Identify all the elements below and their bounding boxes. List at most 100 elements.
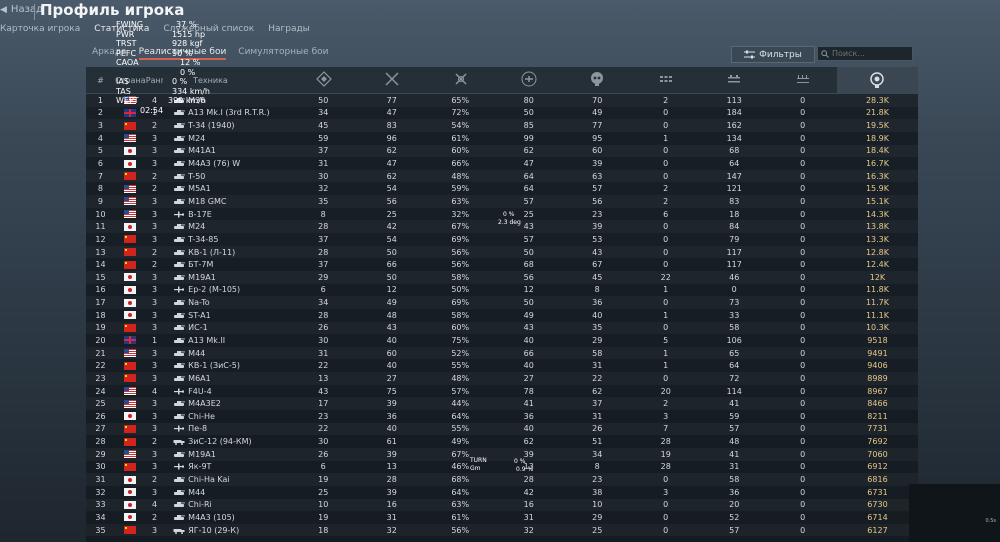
table-row[interactable]: 3 2 T-34 (1940) 45 83 54% 85 77 0 162 0 19.5K <box>86 119 918 132</box>
stat-value: 0 <box>800 247 806 257</box>
table-row[interactable]: 25 3 M4A3E2 17 39 44% 41 37 2 41 0 8466 <box>86 397 918 410</box>
table-row[interactable]: 15 3 M19A1 29 50 58% 56 45 22 46 0 12K <box>86 271 918 284</box>
vehicle-cell[interactable]: Пе-8 <box>163 424 289 433</box>
stat-value: 68% <box>451 475 470 485</box>
vehicle-cell[interactable]: A13 Mk.II <box>163 336 289 345</box>
vehicle-cell[interactable]: T-50 <box>163 172 289 181</box>
col-stat7[interactable] <box>700 71 768 89</box>
vehicle-cell[interactable]: КВ-1 (ЗиС-5) <box>163 361 289 370</box>
col-win-rate[interactable] <box>426 71 494 89</box>
country-flag-cell <box>115 412 146 421</box>
stat-value: 0 <box>800 399 806 409</box>
table-row[interactable]: 30 3 Як-9Т 6 13 46% 13 8 28 31 0 6912 <box>86 461 918 474</box>
col-air-kills[interactable] <box>495 71 563 89</box>
vehicle-cell[interactable]: M4A3 (105) <box>163 513 289 522</box>
table-row[interactable]: 9 3 M18 GMC 35 56 63% 57 56 2 83 0 15.1K <box>86 195 918 208</box>
table-row[interactable]: 17 3 Na-To 34 49 69% 50 36 0 73 0 11.7K <box>86 296 918 309</box>
vehicle-cell[interactable]: ЗиС-12 (94-КМ) <box>163 437 289 446</box>
rank-value: 2 <box>151 260 158 270</box>
vehicle-cell[interactable]: T-34-85 <box>163 235 289 244</box>
table-row[interactable]: 4 3 M24 59 96 61% 99 95 1 134 0 18.9K <box>86 132 918 145</box>
stat-value: 79 <box>729 234 740 244</box>
vehicle-cell[interactable]: Chi-He <box>163 412 289 421</box>
vehicle-cell[interactable]: ЯГ-10 (29-К) <box>163 526 289 535</box>
table-row[interactable]: 12 3 T-34-85 37 54 69% 57 53 0 79 0 13.3K <box>86 233 918 246</box>
vehicle-cell[interactable]: M4A3E2 <box>163 399 289 408</box>
filters-button[interactable]: Фильтры <box>731 46 815 63</box>
vehicle-cell[interactable]: M5A1 <box>163 184 289 193</box>
col-stat6[interactable] <box>632 71 700 89</box>
col-stat8[interactable] <box>769 71 837 89</box>
table-row[interactable]: 26 3 Chi-He 23 36 64% 36 31 3 59 0 8211 <box>86 410 918 423</box>
col-victories[interactable] <box>358 71 426 89</box>
col-ground-kills[interactable] <box>563 71 631 89</box>
table-row[interactable]: 8 2 M5A1 32 54 59% 64 57 2 121 0 15.9K <box>86 182 918 195</box>
col-num[interactable]: # <box>86 76 115 85</box>
vehicle-cell[interactable]: M24 <box>163 134 289 143</box>
vehicle-cell[interactable]: M44 <box>163 349 289 358</box>
table-row[interactable]: 33 4 Chi-Ri 10 16 63% 16 10 0 20 0 6730 <box>86 499 918 512</box>
stat-value: 37 <box>318 234 329 244</box>
table-row[interactable]: 23 3 M6A1 13 27 48% 27 22 0 72 0 8989 <box>86 372 918 385</box>
stat-value: 36 <box>523 411 534 421</box>
vehicle-cell[interactable]: M19A1 <box>163 450 289 459</box>
flag-china-icon <box>124 424 137 433</box>
tank-icon <box>174 135 186 141</box>
tab-simulator[interactable]: Симуляторные бои <box>238 47 328 60</box>
stat-value: 62 <box>523 437 534 447</box>
vehicle-cell[interactable]: КВ-1 (Л-11) <box>163 248 289 257</box>
col-rank[interactable]: Ранг <box>146 76 163 85</box>
lightbulb-icon <box>870 72 885 88</box>
col-research-points[interactable] <box>837 67 918 93</box>
vehicle-cell[interactable]: Ep-2 (M-105) <box>163 285 289 294</box>
table-row[interactable]: 31 2 Chi-Ha Kai 19 28 68% 28 23 0 58 0 6816 <box>86 473 918 486</box>
table-row[interactable]: 20 1 A13 Mk.II 30 40 75% 40 29 5 106 0 9518 <box>86 334 918 347</box>
table-row[interactable]: 19 3 ИС-1 26 43 60% 43 35 0 58 0 10.3K <box>86 322 918 335</box>
table-row[interactable]: 32 3 M44 25 39 64% 42 38 3 36 0 6731 <box>86 486 918 499</box>
search-box[interactable] <box>817 46 913 61</box>
stat-value: 63% <box>451 500 470 510</box>
tab-player-card[interactable]: Карточка игрока <box>0 24 80 38</box>
table-row[interactable]: 2 1 A13 Mk.I (3rd R.T.R.) 34 47 72% 50 49 0 184 0 2… <box>86 107 918 120</box>
vehicle-cell[interactable]: Chi-Ha Kai <box>163 475 289 484</box>
vehicle-cell[interactable]: M19A1 <box>163 273 289 282</box>
table-row[interactable]: 1 4 M36 50 77 65% 80 70 2 113 0 28.3K <box>86 94 918 107</box>
table-row[interactable]: 29 3 M19A1 26 39 67% 39 34 19 41 0 7060 <box>86 448 918 461</box>
col-battles[interactable] <box>290 71 358 89</box>
stat-value: 36 <box>386 411 397 421</box>
vehicle-cell[interactable]: Na-To <box>163 298 289 307</box>
back-button[interactable]: ◀ Назад <box>0 4 43 15</box>
vehicle-cell[interactable]: Як-9Т <box>163 462 289 471</box>
vehicle-cell[interactable]: M4A3 (76) W <box>163 159 289 168</box>
table-row[interactable]: 28 2 ЗиС-12 (94-КМ) 30 61 49% 62 51 28 48 0 7692 <box>86 435 918 448</box>
table-row[interactable]: 6 3 M4A3 (76) W 31 47 66% 47 39 0 64 0 16.7K <box>86 157 918 170</box>
table-row[interactable]: 27 3 Пе-8 22 40 55% 40 26 7 57 0 7731 <box>86 423 918 436</box>
table-row[interactable]: 16 3 Ep-2 (M-105) 6 12 50% 12 8 1 0 0 11.8K <box>86 284 918 297</box>
stat-value: 39 <box>386 487 397 497</box>
vehicle-cell[interactable]: ИС-1 <box>163 323 289 332</box>
table-row[interactable]: 22 3 КВ-1 (ЗиС-5) 22 40 55% 40 31 1 64 0 9406 <box>86 359 918 372</box>
table-row[interactable]: 21 3 M44 31 60 52% 66 58 1 65 0 9491 <box>86 347 918 360</box>
table-row[interactable]: 24 4 F4U-4 43 75 57% 78 62 20 114 0 8967 <box>86 385 918 398</box>
vehicle-cell[interactable]: M24 <box>163 222 289 231</box>
tab-awards[interactable]: Награды <box>268 24 310 38</box>
vehicle-cell[interactable]: F4U-4 <box>163 387 289 396</box>
table-row[interactable]: 14 2 БТ-7М 37 66 56% 68 67 0 117 0 12.4K <box>86 258 918 271</box>
vehicle-cell[interactable]: B-17E <box>163 210 289 219</box>
table-row[interactable]: 18 3 ST-A1 28 48 58% 49 40 1 33 0 11.1K <box>86 309 918 322</box>
table-row[interactable]: 5 3 M41A1 37 62 60% 62 60 0 68 0 18.4K <box>86 145 918 158</box>
vehicle-cell[interactable]: БТ-7М <box>163 260 289 269</box>
vehicle-cell[interactable]: M6A1 <box>163 374 289 383</box>
row-number: 19 <box>95 323 106 333</box>
table-row[interactable]: 13 2 КВ-1 (Л-11) 28 50 56% 50 43 0 117 0 12.8K <box>86 246 918 259</box>
table-row[interactable]: 34 2 M4A3 (105) 19 31 61% 31 29 0 52 0 6714 <box>86 511 918 524</box>
vehicle-cell[interactable]: M41A1 <box>163 146 289 155</box>
vehicle-cell[interactable]: Chi-Ri <box>163 500 289 509</box>
vehicle-cell[interactable]: M18 GMC <box>163 197 289 206</box>
vehicle-cell[interactable]: M44 <box>163 488 289 497</box>
search-input[interactable] <box>832 49 912 58</box>
vehicle-cell[interactable]: T-34 (1940) <box>163 121 289 130</box>
table-row[interactable]: 35 3 ЯГ-10 (29-К) 18 32 56% 32 25 0 57 0 6127 <box>86 524 918 537</box>
table-row[interactable]: 7 2 T-50 30 62 48% 64 63 0 147 0 16.3K <box>86 170 918 183</box>
vehicle-cell[interactable]: ST-A1 <box>163 311 289 320</box>
